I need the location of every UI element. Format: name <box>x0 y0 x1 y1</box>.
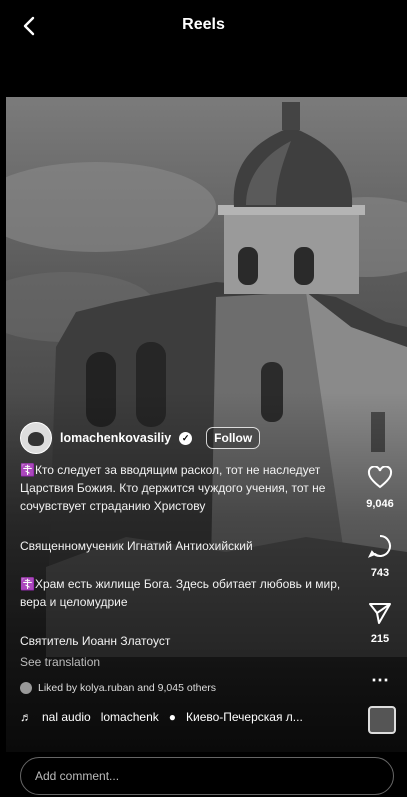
more-options-icon[interactable]: ⋯ <box>355 670 405 691</box>
comment-icon[interactable] <box>367 533 393 559</box>
location-label[interactable]: Киево-Печерская л... <box>186 710 303 724</box>
audio-user[interactable]: lomachenk <box>101 710 159 724</box>
like-action[interactable]: 9,046 <box>355 465 405 510</box>
audio-thumbnail[interactable] <box>368 706 396 734</box>
post-author[interactable]: lomachenkovasiliy ✓ Follow <box>20 422 261 454</box>
add-comment-input[interactable]: Add comment... <box>20 757 394 795</box>
top-bar: Reels <box>0 0 407 52</box>
share-count: 215 <box>370 633 390 645</box>
page-title: Reels <box>182 16 225 33</box>
liker-avatar <box>20 682 32 694</box>
audio-title[interactable]: nal audio <box>42 710 91 724</box>
follow-button[interactable]: Follow <box>206 427 261 449</box>
audio-bar[interactable]: ♬ nal audio lomachenk ● Киево-Печерская … <box>20 710 303 724</box>
caption-line-4: Святитель Иоанн Златоуст <box>20 634 171 648</box>
avatar[interactable] <box>20 422 52 454</box>
comment-action[interactable]: 743 <box>355 533 405 579</box>
music-note-icon: ♬ <box>20 710 32 724</box>
heart-icon[interactable] <box>367 465 393 490</box>
location-pin-icon: ● <box>168 710 176 724</box>
verified-badge-icon: ✓ <box>179 431 193 445</box>
caption-line-1: ☦️Кто следует за вводящим раскол, тот не… <box>20 463 326 513</box>
send-icon[interactable] <box>367 601 393 625</box>
username[interactable]: lomachenkovasiliy <box>60 431 171 445</box>
see-translation-link[interactable]: See translation <box>20 655 100 669</box>
caption-line-3: ☦️Храм есть жилище Бога. Здесь обитает л… <box>20 577 341 609</box>
liked-by-text: Liked by kolya.ruban and 9,045 others <box>38 682 217 694</box>
share-action[interactable]: 215 <box>355 601 405 645</box>
caption-line-2: Священномученик Игнатий Антиохийский <box>20 539 253 553</box>
like-count: 9,046 <box>366 498 394 510</box>
liked-by[interactable]: Liked by kolya.ruban and 9,045 others <box>20 682 216 694</box>
comment-count: 743 <box>370 567 390 579</box>
